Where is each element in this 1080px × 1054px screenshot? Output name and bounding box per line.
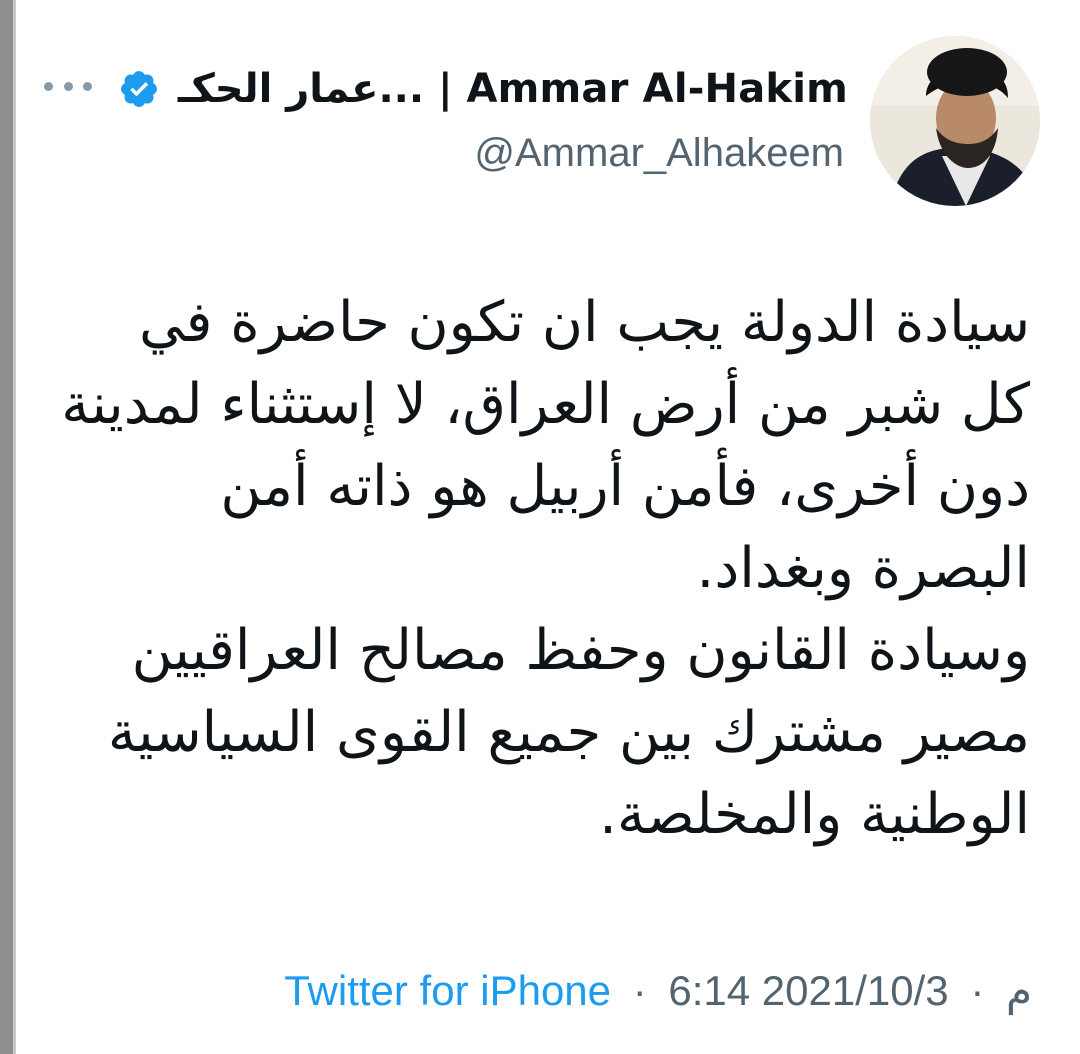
more-dot bbox=[83, 81, 92, 91]
meta-separator: · bbox=[632, 967, 647, 1014]
more-options-icon[interactable] bbox=[44, 76, 92, 96]
tweet-text-line: سيادة الدولة يجب ان تكون حاضرة في bbox=[139, 290, 1030, 355]
tweet-text-line: دون أخرى، فأمن أربيل هو ذاته أمن bbox=[220, 454, 1030, 519]
verified-badge-icon bbox=[120, 71, 157, 107]
tweet-meta: Twitter for iPhone · 6:14 م · 2021/10/3 bbox=[284, 966, 1032, 1015]
tweet-text-line: الوطنية والمخلصة. bbox=[599, 782, 1030, 847]
author-display-name[interactable]: عمار الحكـ... | Ammar Al-Hakim bbox=[178, 66, 848, 112]
tweet-text: سيادة الدولة يجب ان تكون حاضرة في كل شبر… bbox=[30, 282, 1030, 856]
author-handle[interactable]: @Ammar_Alhakeem bbox=[474, 131, 844, 176]
tweet-text-line: مصير مشترك بين جميع القوى السياسية bbox=[107, 700, 1030, 765]
tweet-text-line: البصرة وبغداد. bbox=[696, 536, 1030, 601]
more-dot bbox=[63, 81, 73, 91]
more-dot bbox=[44, 81, 53, 91]
tweet-text-line: وسيادة القانون وحفظ مصالح العراقيين bbox=[131, 618, 1030, 683]
meta-separator: · bbox=[970, 967, 985, 1014]
tweet-header: عمار الحكـ... | Ammar Al-Hakim @Ammar_Al… bbox=[44, 36, 1040, 206]
tweet-text-line: كل شبر من أرض العراق، لا إستثناء لمدينة bbox=[61, 372, 1030, 437]
tweet-date[interactable]: 2021/10/3 bbox=[762, 967, 949, 1014]
tweet-source-link[interactable]: Twitter for iPhone bbox=[284, 967, 611, 1014]
author-avatar[interactable] bbox=[870, 36, 1040, 206]
left-edge-bar bbox=[0, 0, 16, 1054]
author-name-row[interactable]: عمار الحكـ... | Ammar Al-Hakim bbox=[118, 66, 848, 112]
avatar-image bbox=[870, 36, 1040, 206]
